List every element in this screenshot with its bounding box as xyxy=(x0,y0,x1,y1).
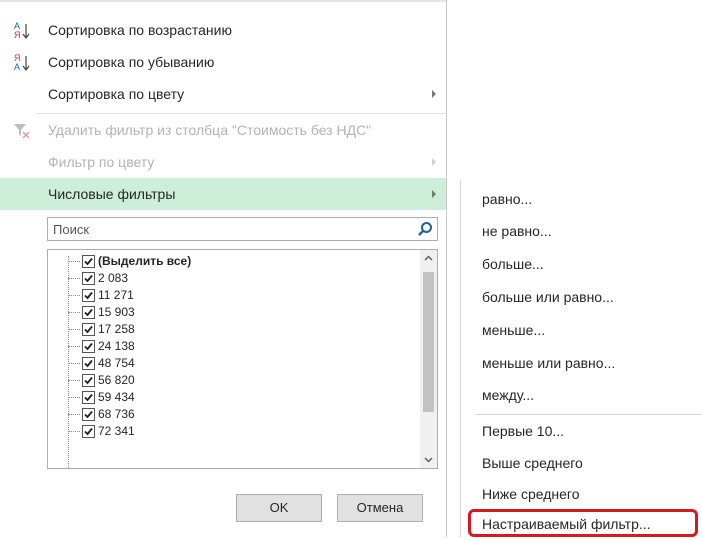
list-item-label: 17 258 xyxy=(98,322,135,336)
number-filters-item[interactable]: Числовые фильтры xyxy=(0,178,446,210)
panel-top-border xyxy=(0,0,446,2)
submenu-item-top-10[interactable]: Первые 10... xyxy=(461,415,702,447)
checkbox-checked-icon[interactable] xyxy=(82,289,95,302)
scroll-down-arrow-icon[interactable] xyxy=(420,451,437,468)
tree-connector xyxy=(68,312,80,313)
sort-ascending-item[interactable]: А Я Сортировка по возрастанию xyxy=(0,14,446,46)
sort-descending-icon: Я А xyxy=(14,53,30,72)
chevron-right-icon xyxy=(432,90,436,98)
cancel-button[interactable]: Отмена xyxy=(337,494,423,522)
sort-by-color-label: Сортировка по цвету xyxy=(48,86,185,102)
sort-ascending-label: Сортировка по возрастанию xyxy=(48,22,232,38)
list-item-label: 72 341 xyxy=(98,424,135,438)
tree-connector xyxy=(68,397,80,398)
checkbox-checked-icon[interactable] xyxy=(82,357,95,370)
tree-connector xyxy=(68,414,80,415)
submenu-item-less-or-equal[interactable]: меньше или равно... xyxy=(461,347,702,379)
list-item-label: 15 903 xyxy=(98,305,135,319)
checkbox-checked-icon[interactable] xyxy=(82,425,95,438)
checkbox-checked-icon[interactable] xyxy=(82,408,95,421)
filter-by-color-label: Фильтр по цвету xyxy=(48,154,155,170)
search-icon[interactable] xyxy=(417,221,433,237)
tree-connector xyxy=(68,431,80,432)
submenu-item-greater[interactable]: больше... xyxy=(461,248,702,280)
tree-connector xyxy=(68,380,80,381)
chevron-right-icon xyxy=(432,158,436,166)
list-item-label: (Выделить все) xyxy=(98,254,192,268)
search-input[interactable] xyxy=(48,218,413,240)
tree-connector xyxy=(68,329,80,330)
filter-by-color-item[interactable]: Фильтр по цвету xyxy=(0,146,446,178)
list-item-label: 56 820 xyxy=(98,373,135,387)
number-filters-label: Числовые фильтры xyxy=(48,186,176,202)
tree-connector xyxy=(68,295,80,296)
submenu-item-label: больше... xyxy=(482,256,544,272)
list-item-label: 68 736 xyxy=(98,407,135,421)
autofilter-panel: А Я Сортировка по возрастанию Я А Сортир… xyxy=(0,0,447,537)
scrollbar-thumb[interactable] xyxy=(423,272,434,412)
checkbox-checked-icon[interactable] xyxy=(82,272,95,285)
submenu-item-greater-or-equal[interactable]: больше или равно... xyxy=(461,281,702,313)
list-item-label: 48 754 xyxy=(98,356,135,370)
submenu-item-label: больше или равно... xyxy=(482,289,614,305)
clear-filter-icon xyxy=(14,124,30,139)
list-item-label: 59 434 xyxy=(98,390,135,404)
list-item-label: 2 083 xyxy=(98,271,129,285)
checkbox-checked-icon[interactable] xyxy=(82,374,95,387)
submenu-item-label: Ниже среднего xyxy=(482,486,580,502)
submenu-item-above-average[interactable]: Выше среднего xyxy=(461,447,702,479)
submenu-item-less[interactable]: меньше... xyxy=(461,314,702,346)
submenu-item-equals[interactable]: равно... xyxy=(461,183,702,215)
checkbox-checked-icon[interactable] xyxy=(82,391,95,404)
submenu-item-label: меньше или равно... xyxy=(482,355,616,371)
chevron-right-icon xyxy=(432,190,436,198)
submenu-item-not-equals[interactable]: не равно... xyxy=(461,215,702,247)
submenu-item-label: равно... xyxy=(482,191,533,207)
checkbox-checked-icon[interactable] xyxy=(82,323,95,336)
submenu-item-label: меньше... xyxy=(482,322,546,338)
tree-connector xyxy=(68,278,80,279)
tree-connector xyxy=(68,346,80,347)
sort-ascending-icon: А Я xyxy=(14,21,30,40)
list-scrollbar[interactable] xyxy=(420,250,437,468)
svg-text:А: А xyxy=(14,62,20,72)
checkbox-checked-icon[interactable] xyxy=(82,255,95,268)
list-item-label: 11 271 xyxy=(98,288,134,302)
sort-descending-label: Сортировка по убыванию xyxy=(48,54,215,70)
submenu-item-below-average[interactable]: Ниже среднего xyxy=(461,478,702,510)
highlight-outline xyxy=(468,509,698,537)
tree-connector xyxy=(68,261,80,262)
clear-filter-label: Удалить фильтр из столбца "Стоимость без… xyxy=(48,122,372,138)
number-filters-submenu: равно... не равно... больше... больше ил… xyxy=(460,180,702,537)
values-list[interactable]: (Выделить все) 2 083 11 271 15 903 17 25… xyxy=(47,249,438,469)
list-item-label: 24 138 xyxy=(98,339,135,353)
search-box xyxy=(47,217,438,241)
submenu-item-between[interactable]: между... xyxy=(461,379,702,411)
submenu-item-label: не равно... xyxy=(482,223,552,239)
sort-descending-item[interactable]: Я А Сортировка по убыванию xyxy=(0,46,446,78)
submenu-item-label: Выше среднего xyxy=(482,455,583,471)
submenu-item-label: Первые 10... xyxy=(482,423,565,439)
scroll-up-arrow-icon[interactable] xyxy=(420,250,437,267)
sort-by-color-item[interactable]: Сортировка по цвету xyxy=(0,78,446,110)
checkbox-checked-icon[interactable] xyxy=(82,306,95,319)
tree-connector xyxy=(68,363,80,364)
submenu-item-label: между... xyxy=(482,387,535,403)
checkbox-checked-icon[interactable] xyxy=(82,340,95,353)
ok-button[interactable]: OK xyxy=(236,494,322,522)
svg-text:Я: Я xyxy=(14,30,21,40)
clear-filter-item[interactable]: Удалить фильтр из столбца "Стоимость без… xyxy=(0,114,446,146)
